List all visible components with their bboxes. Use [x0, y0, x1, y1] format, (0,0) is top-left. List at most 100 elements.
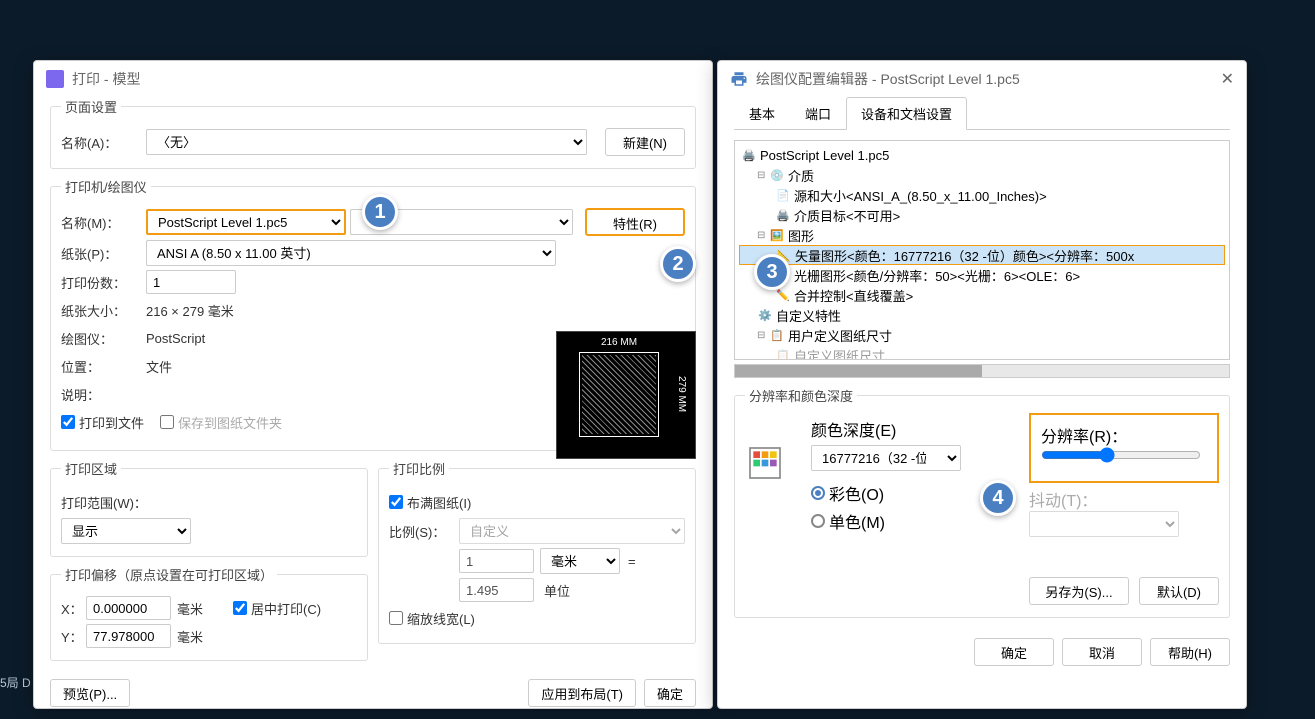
preview-hatch [582, 355, 656, 434]
close-button[interactable]: ✕ [1221, 69, 1234, 89]
scale-unit2: 单位 [544, 581, 570, 600]
page-name-label: 名称(A)： [61, 133, 146, 152]
center-label: 居中打印(C) [251, 599, 321, 618]
preview-button[interactable]: 预览(P)... [50, 679, 130, 707]
plotter-value: PostScript [146, 331, 205, 346]
tab-basic[interactable]: 基本 [734, 97, 790, 129]
print-title-bar: 打印 - 模型 [34, 61, 712, 97]
resolution-box: 分辨率(R)： [1029, 413, 1219, 483]
page-setup-legend: 页面设置 [61, 97, 121, 116]
default-button[interactable]: 默认(D) [1139, 577, 1219, 605]
color-radio-label: 彩色(O) [829, 481, 884, 505]
preview-height: 279 MM [676, 352, 687, 437]
color-palette-icon [745, 443, 785, 483]
tree-scrollbar[interactable] [734, 364, 1230, 378]
depth-select[interactable]: 16777216（32 -位 [811, 445, 961, 471]
desc-label: 说明： [61, 385, 146, 404]
saveas-button[interactable]: 另存为(S)... [1029, 577, 1129, 605]
plotter-config-dialog: 绘图仪配置编辑器 - PostScript Level 1.pc5 ✕ 基本 端… [717, 60, 1247, 709]
dither-select [1029, 511, 1179, 537]
new-button[interactable]: 新建(N) [605, 128, 685, 156]
print-ok-button[interactable]: 确定 [644, 679, 696, 707]
scale-val2[interactable] [459, 578, 534, 602]
area-group: 打印区域 打印范围(W)： 显示 [50, 459, 368, 557]
config-title: 绘图仪配置编辑器 - PostScript Level 1.pc5 [756, 69, 1020, 89]
printer-legend: 打印机/绘图仪 [61, 177, 151, 196]
ratio-select[interactable]: 自定义 [459, 518, 685, 544]
copies-input[interactable] [146, 270, 236, 294]
fit-label: 布满图纸(I) [407, 493, 471, 512]
location-label: 位置： [61, 357, 146, 376]
y-label: Y： [61, 627, 86, 646]
color-radio[interactable] [811, 486, 825, 500]
range-select[interactable]: 显示 [61, 518, 191, 544]
to-file-label: 打印到文件 [79, 413, 144, 432]
x-unit: 毫米 [177, 599, 203, 618]
center-checkbox[interactable] [233, 601, 247, 615]
ratio-label: 比例(S)： [389, 522, 459, 541]
printer-icon [730, 70, 748, 88]
paper-label: 纸张(P)： [61, 244, 146, 263]
callout-3: 3 [754, 254, 790, 290]
offset-group: 打印偏移（原点设置在可打印区域） X： 毫米 居中打印(C) Y： 毫米 [50, 565, 368, 661]
x-input[interactable] [86, 596, 171, 620]
location-value: 文件 [146, 357, 172, 376]
mono-radio[interactable] [811, 514, 825, 528]
x-label: X： [61, 599, 86, 618]
tree-custom[interactable]: ⚙️自定义特性 [739, 305, 1225, 325]
config-ok-button[interactable]: 确定 [974, 638, 1054, 666]
size-value: 216 × 279 毫米 [146, 301, 234, 320]
callout-4: 4 [980, 480, 1016, 516]
tree-media[interactable]: ⊟💿介质 [739, 165, 1225, 185]
scale-unit1[interactable]: 毫米 [540, 548, 620, 574]
save-folder-checkbox[interactable] [160, 415, 174, 429]
background-text: 5局 D [0, 674, 31, 691]
tree-target[interactable]: 🖨️介质目标<不可用> [739, 205, 1225, 225]
eq-label: = [628, 554, 636, 569]
paper-select[interactable]: ANSI A (8.50 x 11.00 英寸) [146, 240, 556, 266]
y-input[interactable] [86, 624, 171, 648]
page-name-select[interactable]: 〈无〉 [146, 129, 587, 155]
res-label: 分辨率(R)： [1041, 423, 1207, 447]
config-cancel-button[interactable]: 取消 [1062, 638, 1142, 666]
resolution-slider[interactable] [1041, 447, 1201, 463]
preview-width: 216 MM [579, 337, 659, 348]
tab-port[interactable]: 端口 [790, 97, 846, 129]
tree-graphics[interactable]: ⊟🖼️图形 [739, 225, 1225, 245]
scale-group: 打印比例 布满图纸(I) 比例(S)： 自定义 毫米 = [378, 459, 696, 644]
plotter-label: 绘图仪： [61, 329, 146, 348]
tree-overflow[interactable]: 📋自定义图纸尺寸 [739, 345, 1225, 360]
settings-tree[interactable]: 🖨️PostScript Level 1.pc5 ⊟💿介质 📄源和大小<ANSI… [734, 140, 1230, 360]
mono-radio-label: 单色(M) [829, 509, 885, 533]
tab-device[interactable]: 设备和文档设置 [846, 97, 967, 130]
config-tabs: 基本 端口 设备和文档设置 [734, 97, 1230, 130]
fit-checkbox[interactable] [389, 495, 403, 509]
scale-lw-checkbox[interactable] [389, 611, 403, 625]
y-unit: 毫米 [177, 627, 203, 646]
tree-root[interactable]: 🖨️PostScript Level 1.pc5 [739, 145, 1225, 165]
tree-vector[interactable]: 📐矢量图形<颜色：16777216（32 -位）颜色><分辨率：500x [739, 245, 1225, 265]
printer-name-select[interactable]: PostScript Level 1.pc5 [146, 209, 346, 235]
scale-val1[interactable] [459, 549, 534, 573]
config-help-button[interactable]: 帮助(H) [1150, 638, 1230, 666]
depth-label: 颜色深度(E) [811, 417, 896, 441]
callout-2: 2 [660, 246, 696, 282]
page-setup-group: 页面设置 名称(A)： 〈无〉 新建(N) [50, 97, 696, 169]
copies-label: 打印份数： [61, 273, 146, 292]
tree-source[interactable]: 📄源和大小<ANSI_A_(8.50_x_11.00_Inches)> [739, 185, 1225, 205]
tree-merge[interactable]: ✏️合并控制<直线覆盖> [739, 285, 1225, 305]
printer-name-label: 名称(M)： [61, 213, 146, 232]
config-title-bar: 绘图仪配置编辑器 - PostScript Level 1.pc5 ✕ [718, 61, 1246, 97]
range-label: 打印范围(W)： [61, 493, 147, 512]
properties-button[interactable]: 特性(R) [585, 208, 685, 236]
area-legend: 打印区域 [61, 459, 121, 478]
tree-usersize[interactable]: ⊟📋用户定义图纸尺寸 [739, 325, 1225, 345]
to-file-checkbox[interactable] [61, 415, 75, 429]
print-title: 打印 - 模型 [72, 69, 140, 89]
tree-raster[interactable]: ▦光栅图形<颜色/分辨率：50><光栅：6><OLE：6> [739, 265, 1225, 285]
callout-1: 1 [362, 194, 398, 230]
print-preview: 216 MM 279 MM [556, 331, 696, 459]
app-icon [46, 70, 64, 88]
save-folder-label: 保存到图纸文件夹 [178, 413, 282, 432]
apply-layout-button[interactable]: 应用到布局(T) [528, 679, 636, 707]
